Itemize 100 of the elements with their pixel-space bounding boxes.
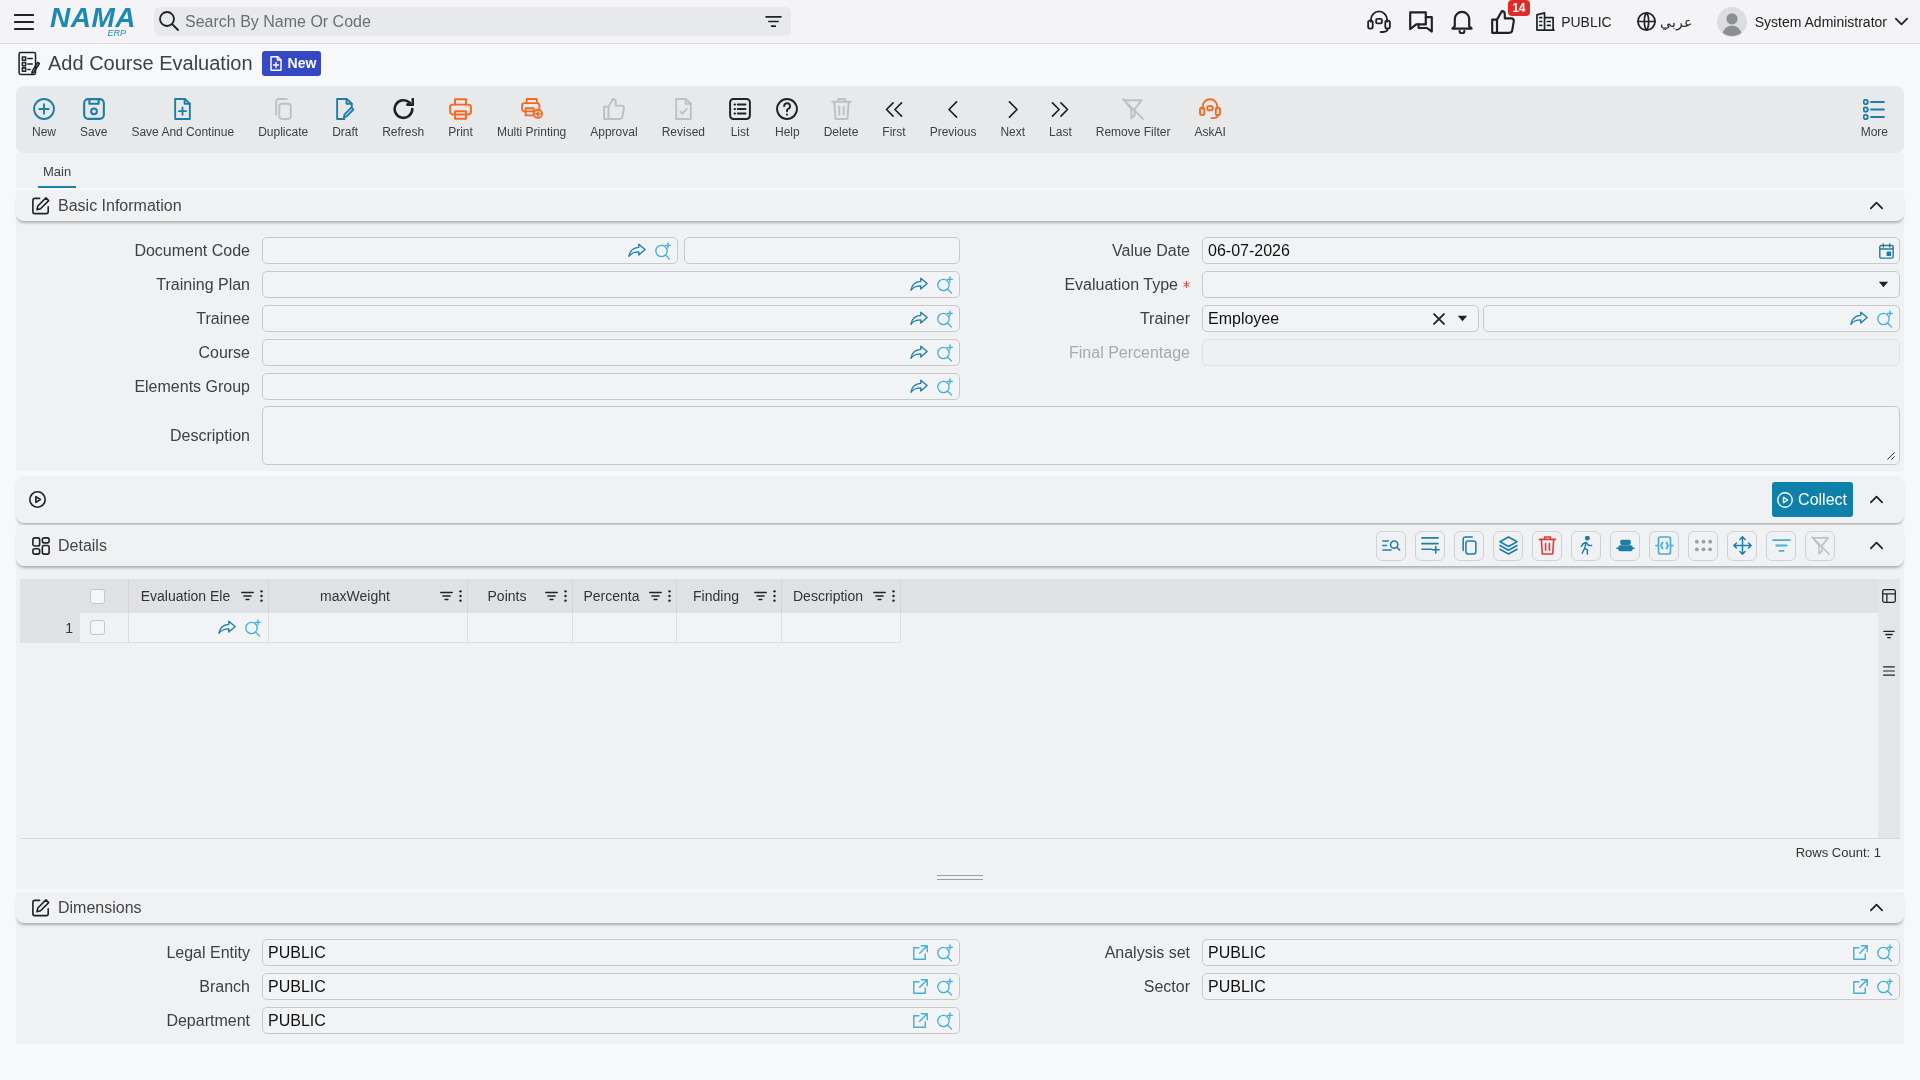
last-button[interactable]: Last	[1037, 98, 1084, 142]
next-button[interactable]: Next	[988, 98, 1038, 142]
find-rows-button[interactable]	[1376, 530, 1406, 561]
table-cell[interactable]	[269, 613, 468, 643]
collect-button[interactable]: Collect	[1772, 482, 1853, 517]
search-plus-icon[interactable]	[937, 343, 954, 362]
kebab-menu-icon[interactable]	[260, 590, 263, 602]
filter-icon[interactable]	[765, 15, 782, 28]
save-and-continue-button[interactable]: Save And Continue	[119, 98, 247, 142]
help-button[interactable]: Help	[763, 98, 812, 142]
layers-button[interactable]	[1493, 530, 1523, 561]
caret-down-icon[interactable]	[1457, 315, 1468, 322]
forward-arrow-icon[interactable]	[910, 311, 928, 326]
filter-icon[interactable]	[649, 591, 662, 601]
print-button[interactable]: Print	[436, 98, 485, 142]
frame-button[interactable]	[1649, 530, 1679, 561]
table-cell[interactable]	[468, 613, 573, 643]
external-link-icon[interactable]	[1853, 979, 1868, 994]
stack-button[interactable]	[1610, 530, 1640, 561]
lookup-field[interactable]: PUBLIC	[262, 939, 960, 966]
dropdown-field[interactable]	[1202, 271, 1900, 298]
search-plus-icon[interactable]	[1877, 943, 1894, 962]
forward-arrow-icon[interactable]	[218, 620, 236, 635]
refresh-button[interactable]: Refresh	[370, 98, 437, 142]
kebab-menu-icon[interactable]	[459, 590, 462, 602]
play-circle-icon[interactable]	[29, 491, 46, 508]
dots-button[interactable]	[1688, 530, 1718, 561]
chat-icon[interactable]	[1409, 10, 1434, 33]
first-button[interactable]: First	[870, 98, 918, 142]
search-plus-icon[interactable]	[937, 1011, 954, 1030]
multi-printing-button[interactable]: Multi Printing	[484, 98, 579, 142]
ask-ai-button[interactable]: AskAI	[1182, 98, 1238, 142]
description-field[interactable]	[262, 406, 1900, 465]
filter-icon[interactable]	[1883, 630, 1895, 639]
section-header[interactable]: Basic Information	[16, 190, 1904, 221]
filter-icon[interactable]	[241, 591, 254, 601]
section-header[interactable]: Details	[16, 525, 1904, 566]
external-link-icon[interactable]	[1853, 945, 1868, 960]
chevron-up-icon[interactable]	[1870, 201, 1883, 210]
chevron-up-icon[interactable]	[1870, 541, 1883, 550]
checkbox[interactable]	[90, 620, 105, 635]
forward-arrow-icon[interactable]	[910, 345, 928, 360]
list-button[interactable]: List	[717, 98, 763, 142]
search-plus-icon[interactable]	[937, 943, 954, 962]
forward-arrow-icon[interactable]	[628, 243, 646, 258]
forward-arrow-icon[interactable]	[1850, 311, 1868, 326]
search-plus-icon[interactable]	[937, 309, 954, 328]
search-plus-icon[interactable]	[937, 977, 954, 996]
search-plus-icon[interactable]	[1877, 309, 1894, 328]
search-field[interactable]: Search By Name Or Code	[154, 7, 791, 36]
section-header[interactable]: Dimensions	[16, 892, 1904, 923]
checkbox[interactable]	[90, 588, 105, 604]
copy-rows-button[interactable]	[1454, 530, 1484, 561]
filter-icon[interactable]	[545, 591, 558, 601]
search-plus-icon[interactable]	[245, 618, 262, 637]
bell-icon[interactable]	[1451, 9, 1474, 34]
more-button[interactable]: More	[1848, 98, 1900, 142]
user-menu[interactable]: System Administrator	[1716, 6, 1908, 37]
lookup-field[interactable]	[1483, 305, 1900, 332]
search-plus-icon[interactable]	[655, 241, 672, 260]
lookup-field[interactable]	[262, 237, 678, 264]
lookup-field[interactable]	[262, 305, 960, 332]
save-button[interactable]: Save	[68, 98, 120, 142]
table-layout-icon[interactable]	[1882, 589, 1896, 603]
table-cell[interactable]	[129, 613, 269, 643]
forward-arrow-icon[interactable]	[910, 379, 928, 394]
language-selector[interactable]: عربي	[1636, 12, 1692, 31]
table-cell[interactable]	[573, 613, 677, 643]
kebab-menu-icon[interactable]	[773, 590, 776, 602]
company-selector[interactable]: PUBLIC	[1536, 12, 1612, 31]
dropdown-field[interactable]: Employee	[1202, 305, 1479, 332]
filter-icon[interactable]	[873, 591, 886, 601]
external-link-icon[interactable]	[913, 1013, 928, 1028]
forward-arrow-icon[interactable]	[910, 277, 928, 292]
lookup-field[interactable]: PUBLIC	[1202, 939, 1900, 966]
previous-button[interactable]: Previous	[917, 98, 989, 142]
draft-button[interactable]: Draft	[320, 98, 371, 142]
chevron-up-icon[interactable]	[1870, 903, 1883, 912]
lookup-field[interactable]	[262, 373, 960, 400]
lookup-field[interactable]: PUBLIC	[262, 973, 960, 1000]
move-button[interactable]	[1727, 530, 1757, 561]
table-cell[interactable]	[677, 613, 782, 643]
caret-down-icon[interactable]	[1878, 281, 1889, 288]
chevron-up-icon[interactable]	[1870, 495, 1883, 504]
kebab-menu-icon[interactable]	[564, 590, 567, 602]
tab[interactable]: Main	[38, 164, 77, 188]
resize-handle[interactable]	[937, 874, 983, 880]
search-plus-icon[interactable]	[937, 377, 954, 396]
kebab-menu-icon[interactable]	[892, 590, 895, 602]
filter-icon[interactable]	[440, 591, 453, 601]
add-row-button[interactable]	[1415, 530, 1445, 561]
delete-rows-button[interactable]	[1532, 530, 1562, 561]
menu-icon[interactable]	[14, 13, 34, 30]
run-button[interactable]	[1571, 530, 1601, 561]
table-cell[interactable]	[782, 613, 901, 643]
search-plus-icon[interactable]	[937, 275, 954, 294]
filter-button[interactable]	[1766, 530, 1796, 561]
new-button[interactable]: New	[20, 98, 68, 142]
filter-icon[interactable]	[754, 591, 767, 601]
external-link-icon[interactable]	[913, 979, 928, 994]
